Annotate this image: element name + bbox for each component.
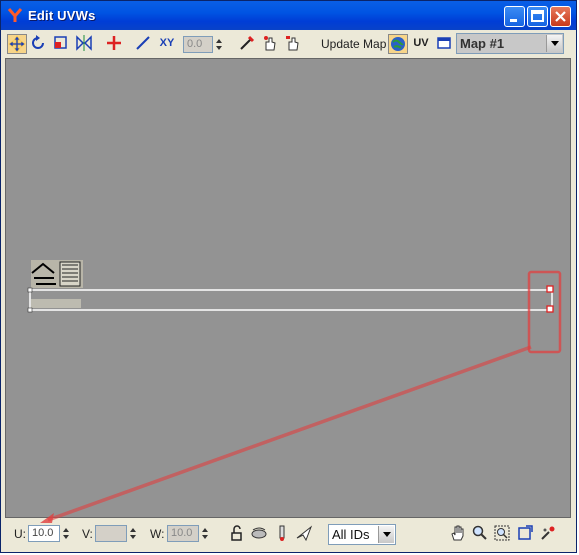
zoom-extents-button[interactable] (516, 524, 536, 544)
hand-select-icon (264, 36, 276, 51)
freeform-icon (107, 36, 121, 50)
map-select-value: Map #1 (460, 36, 505, 51)
chevron-down-icon (378, 526, 394, 543)
uv-vertex-selected[interactable] (546, 305, 554, 313)
hide-icon (251, 527, 267, 539)
uv-mode-button[interactable]: UV (410, 34, 432, 54)
snap-tool-button[interactable] (238, 34, 258, 54)
uv-shell-outline (29, 289, 553, 311)
snap-button[interactable] (539, 524, 559, 544)
filter-faces-button[interactable] (284, 34, 304, 54)
filter-selected-button[interactable] (261, 34, 281, 54)
close-icon (555, 11, 566, 22)
chevron-down-icon (546, 35, 562, 52)
pick-icon (240, 35, 255, 50)
xy-toggle-button[interactable]: XY (156, 34, 178, 54)
lock-icon (231, 525, 242, 541)
mirror-tool-button[interactable] (75, 34, 95, 54)
id-filter-select[interactable]: All IDs (328, 524, 396, 545)
minimize-icon (510, 19, 517, 22)
rotate-icon (32, 35, 44, 49)
uv-vertex-selected[interactable] (546, 285, 554, 293)
rotate-tool-button[interactable] (29, 34, 49, 54)
app-icon (7, 8, 23, 22)
w-spinner-icon[interactable] (201, 525, 209, 542)
zoom-region-button[interactable] (493, 524, 513, 544)
line-tool-icon (136, 36, 150, 50)
globe-icon (391, 37, 405, 51)
window-title: Edit UVWs (28, 8, 96, 23)
rotate-spinner-icon[interactable] (215, 36, 223, 53)
status-bar: U: 10.0 V: W: 10.0 All IDs (4, 520, 573, 550)
magnifier-icon (472, 525, 487, 540)
show-map-button[interactable] (388, 34, 408, 54)
maximize-button[interactable] (527, 6, 548, 27)
map-select[interactable]: Map #1 (456, 33, 564, 54)
uv-vertex[interactable] (27, 307, 33, 313)
freeze-button[interactable] (273, 524, 293, 544)
update-map-button[interactable]: Update Map (321, 37, 386, 51)
zoom-button[interactable] (471, 524, 491, 544)
edit-uvws-window: Edit UVWs XY 0.0 Update Map UV Map #1 U:… (0, 0, 577, 553)
uv-canvas (27, 260, 554, 313)
window-icon (437, 37, 451, 49)
move-tool-button[interactable] (7, 34, 27, 54)
id-filter-value: All IDs (332, 527, 370, 542)
u-value-field[interactable]: 10.0 (28, 525, 60, 542)
freeform-tool-button[interactable] (105, 34, 125, 54)
w-value-field[interactable]: 10.0 (167, 525, 199, 542)
break-tool-button[interactable] (134, 34, 154, 54)
hide-button[interactable] (250, 524, 270, 544)
uv-shell-texture (31, 299, 81, 308)
snap-icon (541, 526, 555, 540)
w-label: W: (150, 527, 165, 541)
rotate-value-field[interactable]: 0.0 (183, 36, 213, 53)
move-icon (8, 35, 26, 53)
lock-selection-button[interactable] (228, 524, 248, 544)
v-spinner-icon[interactable] (129, 525, 137, 542)
zoom-extents-icon (518, 525, 533, 540)
toolbar: XY 0.0 Update Map UV Map #1 (4, 31, 573, 57)
properties-button[interactable] (435, 34, 455, 54)
minimize-button[interactable] (504, 6, 525, 27)
maximize-icon (531, 10, 544, 22)
uv-viewport[interactable] (5, 58, 571, 518)
v-label: V: (82, 527, 93, 541)
freeze-icon (279, 525, 285, 541)
title-bar[interactable]: Edit UVWs (1, 1, 576, 30)
zoom-region-icon (494, 525, 510, 541)
hand-icon (451, 525, 464, 541)
paper-plane-icon (296, 525, 313, 542)
hand-faces-icon (286, 36, 299, 51)
texture-thumbnail-icon (31, 260, 83, 288)
u-label: U: (14, 527, 26, 541)
scale-tool-button[interactable] (52, 34, 72, 54)
uv-vertex[interactable] (27, 287, 33, 293)
scale-icon (54, 36, 67, 49)
u-spinner-icon[interactable] (62, 525, 70, 542)
filter-button[interactable] (295, 524, 315, 544)
v-value-field[interactable] (95, 525, 127, 542)
mirror-icon (76, 35, 92, 51)
close-button[interactable] (550, 6, 571, 27)
pan-button[interactable] (449, 524, 469, 544)
